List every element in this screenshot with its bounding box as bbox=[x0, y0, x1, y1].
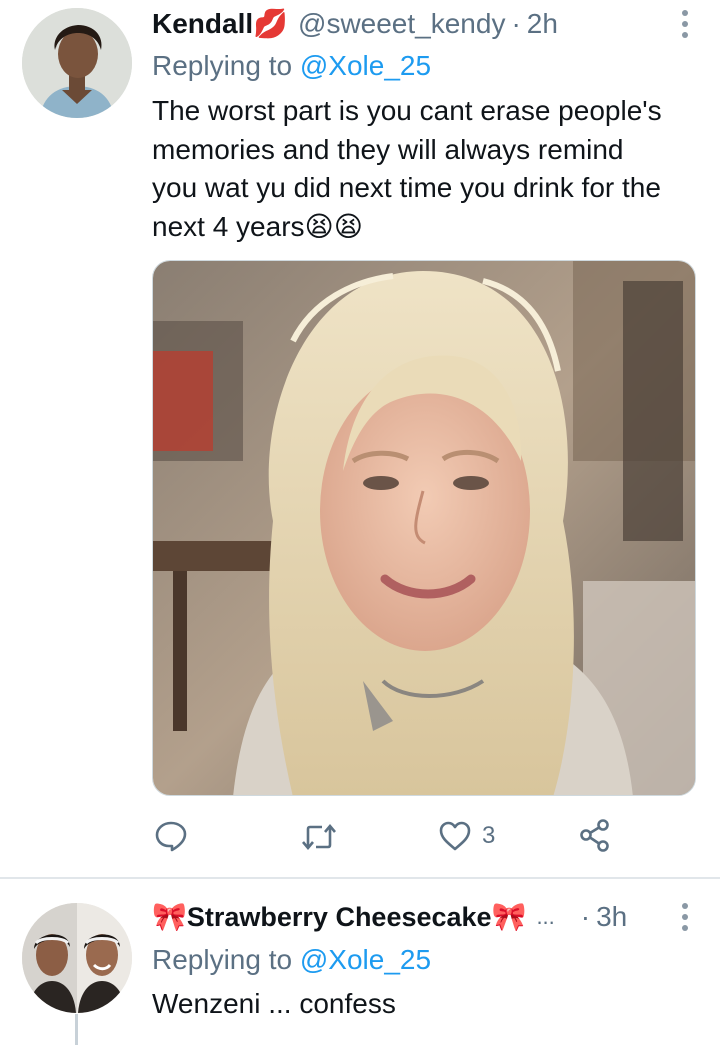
like-button[interactable]: 3 bbox=[438, 820, 495, 852]
tweet-media-image[interactable] bbox=[152, 260, 696, 796]
reply-mention-link[interactable]: @Xole_25 bbox=[300, 944, 431, 975]
name-suffix-emoji: 🎀 bbox=[491, 901, 527, 932]
separator-dot: · bbox=[511, 8, 521, 39]
tweet-text: Wenzeni ... confess bbox=[152, 988, 396, 1019]
truncated-handle: ... bbox=[536, 904, 555, 929]
tweet-text-line: The worst part is you cant erase people'… bbox=[152, 95, 662, 126]
reply-icon bbox=[154, 820, 188, 852]
heart-icon bbox=[438, 820, 472, 852]
more-options-icon[interactable] bbox=[680, 903, 690, 931]
more-options-icon[interactable] bbox=[680, 10, 690, 38]
thread-connector-line bbox=[75, 1014, 78, 1045]
author-name[interactable]: Strawberry Cheesecake bbox=[187, 899, 492, 935]
tweet-actions: 3 bbox=[152, 812, 622, 860]
retweet-button[interactable] bbox=[300, 822, 338, 852]
reply-button[interactable] bbox=[154, 820, 188, 852]
reply-mention-link[interactable]: @Xole_25 bbox=[300, 50, 431, 81]
tweet-text-line: you wat yu did next time you drink for t… bbox=[152, 172, 661, 203]
retweet-icon bbox=[300, 822, 338, 852]
name-emoji: 💋 bbox=[253, 8, 289, 39]
avatar[interactable] bbox=[22, 8, 132, 118]
avatar[interactable] bbox=[22, 903, 132, 1013]
tweet-header: 🎀 Strawberry Cheesecake 🎀 ... · 3h bbox=[152, 899, 627, 935]
replying-to-label: Replying to bbox=[152, 50, 300, 81]
tweet-text-line: next 4 years😫😫 bbox=[152, 210, 363, 242]
share-icon bbox=[578, 818, 612, 854]
separator-dot: · bbox=[580, 901, 591, 932]
replying-to-label: Replying to bbox=[152, 944, 300, 975]
author-name[interactable]: Kendall bbox=[152, 6, 253, 42]
tweet-kendall[interactable]: Kendall 💋 @sweeet_kendy · 2h Replying to… bbox=[0, 0, 720, 878]
timestamp[interactable]: 3h bbox=[596, 899, 627, 935]
tweet-strawberry-cheesecake[interactable]: 🎀 Strawberry Cheesecake 🎀 ... · 3h Reply… bbox=[0, 879, 720, 1045]
replying-to: Replying to @Xole_25 bbox=[152, 48, 431, 84]
timestamp[interactable]: 2h bbox=[527, 6, 558, 42]
replying-to: Replying to @Xole_25 bbox=[152, 942, 431, 978]
share-button[interactable] bbox=[578, 818, 612, 854]
like-count: 3 bbox=[482, 822, 496, 849]
tweet-text: The worst part is you cant erase people'… bbox=[152, 92, 697, 246]
author-handle[interactable]: @sweeet_kendy bbox=[298, 6, 505, 42]
tweet-header: Kendall 💋 @sweeet_kendy · 2h bbox=[152, 6, 558, 42]
name-prefix-emoji: 🎀 bbox=[152, 901, 187, 932]
tweet-text-line: memories and they will always remind bbox=[152, 133, 624, 165]
